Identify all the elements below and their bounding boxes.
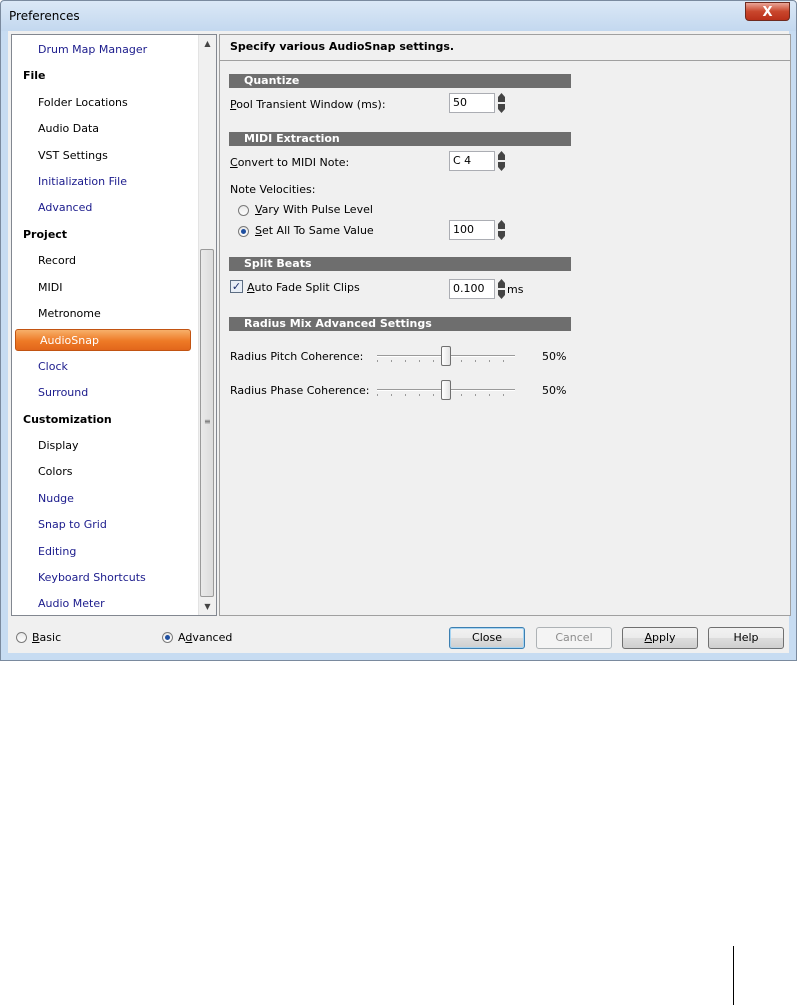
set-label-rest: et All To Same Value bbox=[261, 224, 374, 237]
spin-up-icon[interactable] bbox=[498, 279, 505, 288]
vary-mnemonic: V bbox=[255, 203, 262, 216]
advanced-radio[interactable] bbox=[162, 632, 173, 643]
tree-item-project[interactable]: Project bbox=[12, 224, 67, 246]
pool-transient-input[interactable]: 50 bbox=[449, 93, 495, 113]
help-button[interactable]: Help bbox=[708, 627, 784, 649]
auto-fade-spinner[interactable] bbox=[498, 279, 505, 299]
pitch-coherence-label: Radius Pitch Coherence: bbox=[230, 350, 364, 363]
tree-item-keyboard-shortcuts[interactable]: Keyboard Shortcuts bbox=[12, 567, 146, 589]
tree-scrollbar[interactable]: ▲ ≡ ▼ bbox=[198, 35, 216, 615]
tree-item-audio-meter[interactable]: Audio Meter bbox=[12, 593, 105, 615]
pitch-slider-thumb[interactable] bbox=[441, 346, 451, 366]
vary-label-rest: ary With Pulse Level bbox=[261, 203, 373, 216]
tree-item-audiosnap[interactable]: AudioSnap bbox=[15, 329, 191, 352]
basic-label-rest: asic bbox=[39, 631, 62, 644]
phase-coherence-value: 50% bbox=[542, 384, 567, 397]
tree-item-folder-locations[interactable]: Folder Locations bbox=[12, 92, 128, 114]
auto-fade-label[interactable]: Auto Fade Split Clips bbox=[247, 281, 360, 294]
note-velocities-label: Note Velocities: bbox=[230, 183, 316, 196]
spin-up-icon[interactable] bbox=[498, 151, 505, 160]
apply-mnemonic: A bbox=[644, 631, 652, 644]
set-mnemonic: S bbox=[255, 224, 262, 237]
tree-item-file[interactable]: File bbox=[12, 65, 46, 87]
convert-mnemonic: C bbox=[230, 156, 238, 169]
apply-button[interactable]: Apply bbox=[622, 627, 698, 649]
phase-coherence-label: Radius Phase Coherence: bbox=[230, 384, 370, 397]
tree-item-editing[interactable]: Editing bbox=[12, 541, 76, 563]
auto-fade-unit: ms bbox=[507, 283, 524, 296]
tree-item-record[interactable]: Record bbox=[12, 250, 76, 272]
spin-down-icon[interactable] bbox=[498, 290, 505, 299]
basic-mnemonic: B bbox=[32, 631, 40, 644]
pool-transient-label: Pool Transient Window (ms): bbox=[230, 98, 386, 111]
basic-radio[interactable] bbox=[16, 632, 27, 643]
pitch-coherence-value: 50% bbox=[542, 350, 567, 363]
spin-up-icon[interactable] bbox=[498, 93, 505, 102]
apply-label-rest: pply bbox=[652, 631, 676, 644]
fade-label-rest: uto Fade Split Clips bbox=[254, 281, 360, 294]
tree-item-colors[interactable]: Colors bbox=[12, 461, 72, 483]
spin-up-icon[interactable] bbox=[498, 220, 505, 229]
tree-item-vst-settings[interactable]: VST Settings bbox=[12, 145, 108, 167]
scroll-thumb[interactable]: ≡ bbox=[200, 249, 214, 597]
tree-item-drum-map-manager[interactable]: Drum Map Manager bbox=[12, 39, 147, 61]
spin-down-icon[interactable] bbox=[498, 104, 505, 113]
spin-down-icon[interactable] bbox=[498, 231, 505, 240]
spin-down-icon[interactable] bbox=[498, 162, 505, 171]
set-same-label[interactable]: Set All To Same Value bbox=[255, 224, 374, 237]
convert-midi-input[interactable]: C 4 bbox=[449, 151, 495, 171]
scroll-grip-icon: ≡ bbox=[204, 417, 211, 426]
vary-pulse-label[interactable]: Vary With Pulse Level bbox=[255, 203, 373, 216]
dialog-client: Drum Map Manager File Folder Locations Audi… bbox=[8, 31, 791, 653]
phase-slider-thumb[interactable] bbox=[441, 380, 451, 400]
tree-item-display[interactable]: Display bbox=[12, 435, 79, 457]
preferences-tree: Drum Map Manager File Folder Locations Audi… bbox=[11, 34, 217, 616]
section-midi-extraction: MIDI Extraction bbox=[229, 132, 571, 146]
page-margin-rule bbox=[733, 946, 734, 1005]
tree-item-initialization-file[interactable]: Initialization File bbox=[12, 171, 127, 193]
preferences-window: Preferences X Drum Map Manager File Folder… bbox=[0, 0, 797, 661]
tree-item-audio-data[interactable]: Audio Data bbox=[12, 118, 99, 140]
section-radius-mix: Radius Mix Advanced Settings bbox=[229, 317, 571, 331]
tree-item-clock[interactable]: Clock bbox=[12, 356, 68, 378]
panel-header: Specify various AudioSnap settings. bbox=[220, 35, 790, 61]
cancel-button[interactable]: Cancel bbox=[536, 627, 612, 649]
close-window-icon[interactable]: X bbox=[745, 2, 790, 21]
section-quantize: Quantize bbox=[229, 74, 571, 88]
advanced-label[interactable]: Advanced bbox=[178, 631, 232, 644]
pool-label-rest: ool Transient Window (ms): bbox=[236, 98, 386, 111]
title-bar: Preferences X bbox=[1, 1, 796, 31]
convert-midi-label: Convert to MIDI Note: bbox=[230, 156, 349, 169]
tree-item-metronome[interactable]: Metronome bbox=[12, 303, 101, 325]
settings-panel: Specify various AudioSnap settings. Quan… bbox=[219, 34, 791, 616]
auto-fade-checkbox[interactable]: ✓ bbox=[230, 280, 243, 293]
tree-item-customization[interactable]: Customization bbox=[12, 409, 112, 431]
vary-pulse-radio[interactable] bbox=[238, 205, 249, 216]
convert-midi-spinner[interactable] bbox=[498, 151, 505, 171]
tree-item-midi[interactable]: MIDI bbox=[12, 277, 62, 299]
auto-fade-input[interactable]: 0.100 bbox=[449, 279, 495, 299]
window-title: Preferences bbox=[9, 9, 80, 23]
advanced-label-rest: vanced bbox=[192, 631, 233, 644]
set-same-radio[interactable] bbox=[238, 226, 249, 237]
scroll-down-icon[interactable]: ▼ bbox=[199, 598, 216, 615]
tree-item-snap-to-grid[interactable]: Snap to Grid bbox=[12, 514, 107, 536]
tree-item-advanced[interactable]: Advanced bbox=[12, 197, 92, 219]
basic-label[interactable]: Basic bbox=[32, 631, 61, 644]
pool-transient-spinner[interactable] bbox=[498, 93, 505, 113]
scroll-up-icon[interactable]: ▲ bbox=[199, 35, 216, 52]
convert-label-rest: onvert to MIDI Note: bbox=[237, 156, 350, 169]
tree-item-surround[interactable]: Surround bbox=[12, 382, 88, 404]
set-same-input[interactable]: 100 bbox=[449, 220, 495, 240]
section-split-beats: Split Beats bbox=[229, 257, 571, 271]
auto-fade-mnemonic: A bbox=[247, 281, 255, 294]
tree-item-nudge[interactable]: Nudge bbox=[12, 488, 74, 510]
close-button[interactable]: Close bbox=[449, 627, 525, 649]
set-same-spinner[interactable] bbox=[498, 220, 505, 240]
